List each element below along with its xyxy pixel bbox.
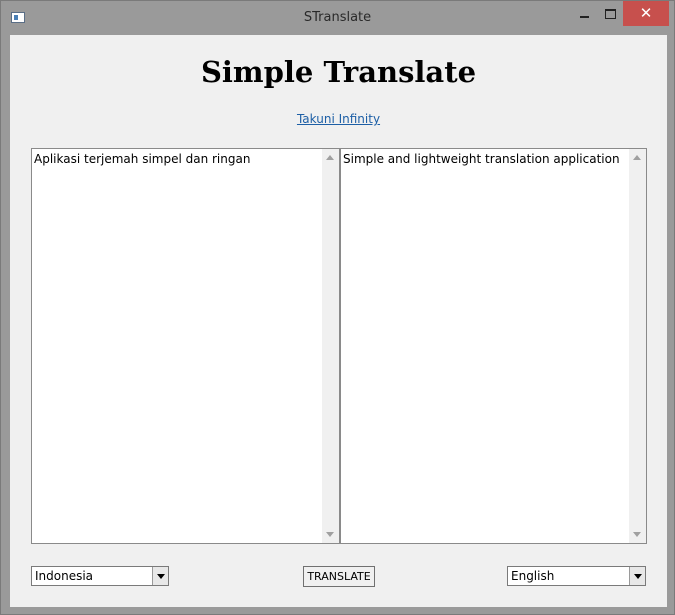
source-language-value: Indonesia — [35, 569, 94, 583]
scroll-down-arrow-icon[interactable] — [326, 532, 334, 537]
source-text-area[interactable]: Aplikasi terjemah simpel dan ringan — [31, 148, 340, 544]
chevron-down-icon[interactable] — [629, 567, 645, 585]
scroll-down-arrow-icon[interactable] — [633, 532, 641, 537]
minimize-button[interactable] — [570, 1, 598, 26]
source-scrollbar[interactable] — [322, 149, 339, 543]
target-text: Simple and lightweight translation appli… — [343, 152, 620, 166]
title-bar[interactable]: STranslate ✕ — [1, 1, 674, 35]
maximize-button[interactable] — [598, 1, 623, 26]
close-icon: ✕ — [639, 4, 653, 22]
target-language-select[interactable]: English — [507, 566, 646, 586]
chevron-down-icon[interactable] — [152, 567, 168, 585]
source-language-select[interactable]: Indonesia — [31, 566, 169, 586]
target-text-area[interactable]: Simple and lightweight translation appli… — [340, 148, 647, 544]
author-link[interactable]: Takuni Infinity — [10, 112, 667, 126]
close-button[interactable]: ✕ — [623, 1, 669, 26]
scroll-up-arrow-icon[interactable] — [633, 155, 641, 160]
translate-button[interactable]: TRANSLATE — [303, 566, 375, 587]
target-scrollbar[interactable] — [629, 149, 646, 543]
scroll-up-arrow-icon[interactable] — [326, 155, 334, 160]
app-window: STranslate ✕ Simple Translate Takuni Inf… — [0, 0, 675, 615]
page-title: Simple Translate — [200, 55, 477, 89]
target-language-value: English — [511, 569, 555, 583]
source-text: Aplikasi terjemah simpel dan ringan — [34, 152, 251, 166]
client-area: Simple Translate Takuni Infinity Aplikas… — [10, 35, 667, 607]
